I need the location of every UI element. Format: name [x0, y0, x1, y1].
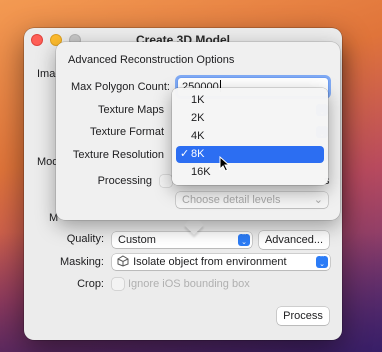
isolate-object-icon [117, 255, 129, 267]
menu-item-4k[interactable]: 4K [176, 128, 324, 145]
menu-item-2k[interactable]: 2K [176, 110, 324, 127]
processing-label: Processing [97, 175, 152, 187]
quality-popup[interactable]: Custom ⌃ ⌄ [112, 232, 252, 248]
quality-label: Quality: [66, 233, 104, 245]
menu-item-16k[interactable]: 16K [176, 164, 324, 181]
processing-checkbox[interactable] [160, 175, 172, 187]
advanced-button[interactable]: Advanced... [259, 231, 329, 249]
menu-item-label: 4K [191, 130, 205, 142]
texture-resolution-label: Texture Resolution [72, 149, 164, 161]
process-button[interactable]: Process [277, 307, 329, 325]
quality-value: Custom [118, 234, 156, 246]
menu-item-label: 1K [191, 94, 205, 106]
crop-label: Crop: [77, 278, 104, 290]
texture-resolution-menu: 1K 2K 4K ✓ 8K 16K [172, 88, 328, 185]
chevron-updown-icon: ⌃ ⌄ [316, 255, 328, 268]
menu-item-8k[interactable]: ✓ 8K [176, 146, 324, 163]
chevron-down-icon: ⌄ [313, 194, 323, 206]
crop-checkbox[interactable] [112, 278, 124, 290]
popover-heading: Advanced Reconstruction Options [68, 54, 235, 66]
checkmark-icon: ✓ [180, 148, 190, 160]
menu-item-label: 2K [191, 112, 205, 124]
chevron-updown-icon: ⌃ ⌄ [238, 233, 250, 246]
detail-levels-popup[interactable]: Choose detail levels ⌄ [176, 192, 328, 208]
masking-label: Masking: [59, 256, 104, 268]
texture-format-label: Texture Format [90, 126, 164, 138]
pointer-cursor-icon [219, 156, 231, 172]
menu-item-label: 8K [191, 148, 205, 160]
menu-item-1k[interactable]: 1K [176, 92, 324, 109]
menu-item-label: 16K [191, 166, 211, 178]
texture-maps-label: Texture Maps [97, 104, 164, 116]
masking-popup[interactable]: Isolate object from environment ⌃ ⌄ [112, 254, 330, 270]
masking-value: Isolate object from environment [133, 256, 287, 268]
detail-levels-placeholder: Choose detail levels [182, 194, 281, 206]
max-polygon-label: Max Polygon Count: [70, 81, 170, 93]
crop-option-label: Ignore iOS bounding box [128, 278, 250, 290]
